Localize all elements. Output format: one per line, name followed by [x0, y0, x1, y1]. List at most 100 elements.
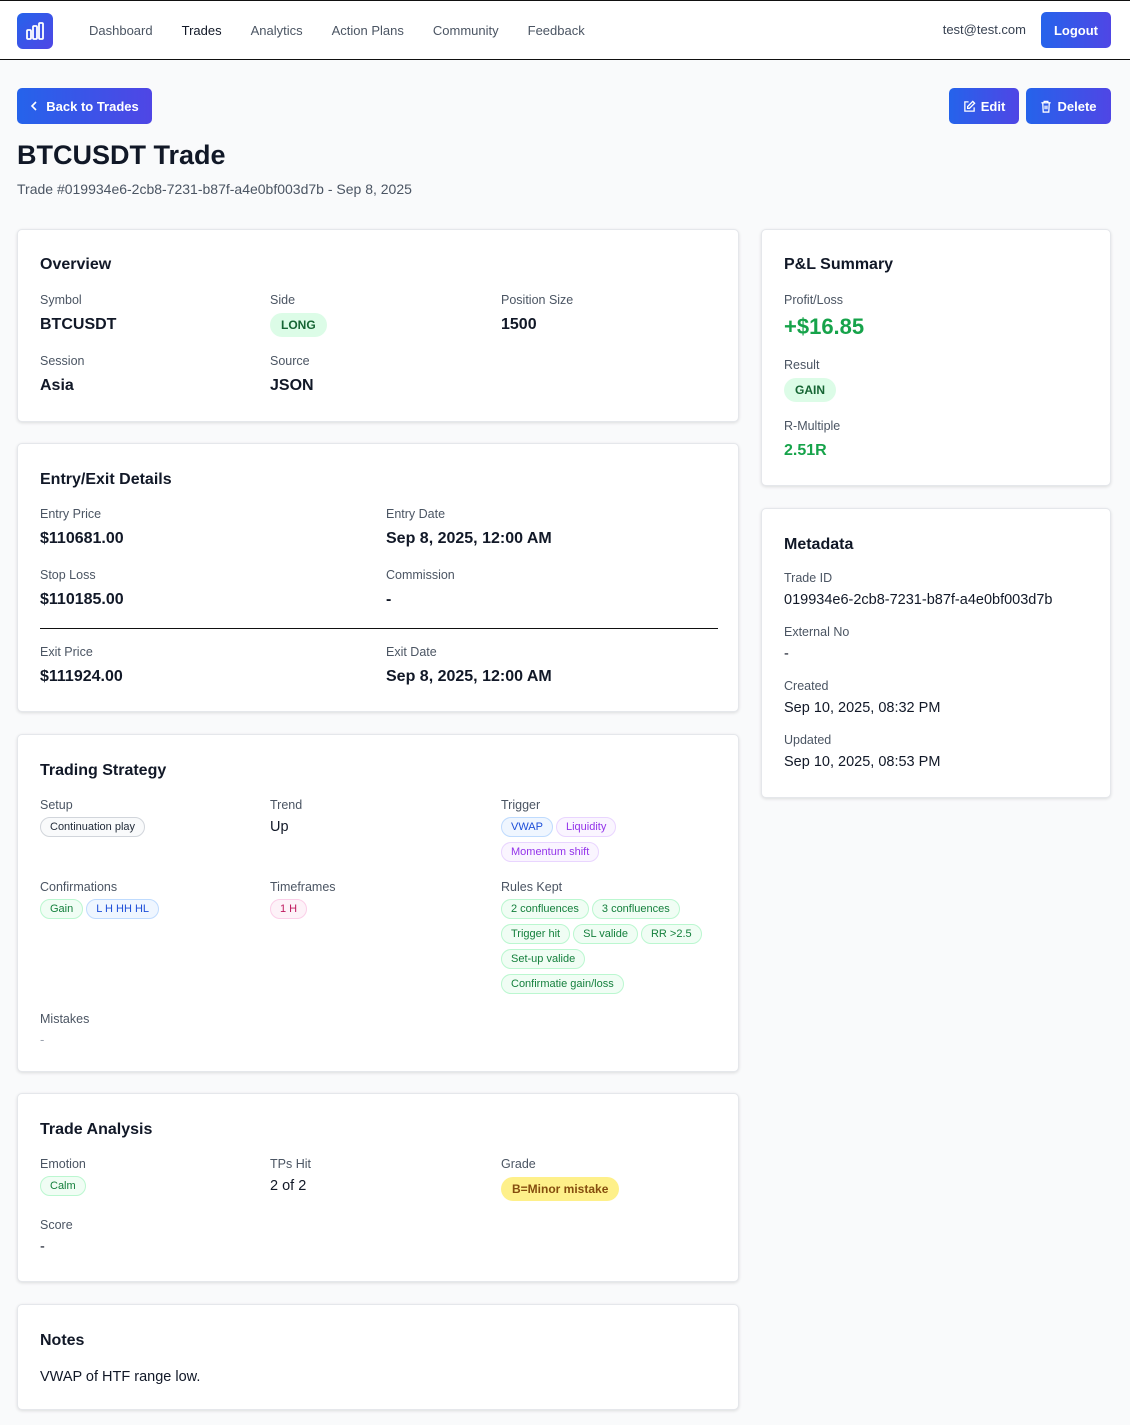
edit-label: Edit	[980, 98, 1006, 114]
entry-date-field: Entry Date Sep 8, 2025, 12:00 AM	[386, 507, 552, 548]
exit-price-value: $111924.00	[40, 668, 123, 685]
entry-date-value: Sep 8, 2025, 12:00 AM	[386, 530, 552, 547]
rule-tag: RR >2.5	[640, 924, 702, 944]
rule-tag: Trigger hit	[501, 924, 571, 944]
trigger-tag: Momentum shift	[501, 842, 600, 862]
logout-label: Logout	[1053, 22, 1099, 38]
profit-loss-field: Profit/Loss +$16.85	[784, 293, 864, 340]
nav-action-plans[interactable]: Action Plans	[332, 23, 404, 38]
setup-tag: Continuation play	[40, 817, 146, 837]
source-label: Source	[270, 354, 310, 368]
confirmations-label: Confirmations	[40, 880, 118, 894]
session-label: Session	[40, 354, 85, 368]
position-size-value: 1500	[501, 316, 537, 333]
updated-field: Updated Sep 10, 2025, 08:53 PM	[784, 733, 940, 770]
back-to-trades-button[interactable]: Back to Trades	[17, 88, 152, 124]
rule-tag: 2 confluences	[501, 899, 589, 919]
rule-tag: Set-up valide	[501, 949, 586, 969]
exit-date-field: Exit Date Sep 8, 2025, 12:00 AM	[386, 645, 552, 686]
symbol-value: BTCUSDT	[40, 316, 117, 333]
trade-id-value: 019934e6-2cb8-7231-b87f-a4e0bf003d7b	[784, 592, 1053, 608]
stop-loss-field: Stop Loss $110185.00	[40, 568, 124, 609]
trigger-label: Trigger	[501, 798, 541, 812]
external-no-value: -	[784, 646, 789, 662]
external-no-field: External No -	[784, 625, 849, 662]
trend-value: Up	[270, 819, 289, 835]
edit-button[interactable]: Edit	[949, 88, 1019, 124]
source-field: Source JSON	[270, 354, 314, 395]
updated-label: Updated	[784, 733, 832, 747]
user-email: test@test.com	[942, 22, 1026, 37]
nav-links: Dashboard Trades Analytics Action Plans …	[89, 1, 614, 59]
top-navbar: Dashboard Trades Analytics Action Plans …	[0, 0, 1130, 60]
edit-icon	[963, 99, 976, 112]
overview-card: Overview Symbol BTCUSDT Side LONG Positi…	[17, 229, 739, 422]
nav-dashboard[interactable]: Dashboard	[89, 23, 153, 38]
timeframes-label: Timeframes	[270, 880, 336, 894]
side-field: Side LONG	[270, 293, 327, 337]
mistakes-label: Mistakes	[40, 1012, 90, 1026]
exit-date-value: Sep 8, 2025, 12:00 AM	[386, 668, 552, 685]
trend-label: Trend	[270, 798, 303, 812]
delete-button[interactable]: Delete	[1026, 88, 1111, 124]
nav-analytics[interactable]: Analytics	[251, 23, 303, 38]
rule-tag: 3 confluences	[591, 899, 680, 919]
trash-icon	[1041, 100, 1052, 113]
logo-chart-icon[interactable]	[17, 13, 53, 49]
delete-label: Delete	[1057, 98, 1097, 114]
profit-loss-label: Profit/Loss	[784, 293, 844, 307]
created-field: Created Sep 10, 2025, 08:32 PM	[784, 679, 940, 716]
mistakes-value: -	[40, 1032, 45, 1047]
trade-subtitle: Trade #019934e6-2cb8-7231-b87f-a4e0bf003…	[17, 181, 412, 197]
score-label: Score	[40, 1218, 73, 1232]
setup-field: Setup Continuation play	[40, 798, 260, 842]
trade-id-field: Trade ID 019934e6-2cb8-7231-b87f-a4e0bf0…	[784, 571, 1052, 608]
session-value: Asia	[40, 377, 74, 394]
notes-title: Notes	[40, 1332, 85, 1349]
created-value: Sep 10, 2025, 08:32 PM	[784, 700, 941, 716]
trigger-tag: Liquidity	[556, 817, 617, 837]
nav-community[interactable]: Community	[433, 23, 499, 38]
nav-trades[interactable]: Trades	[182, 23, 222, 38]
notes-card: Notes VWAP of HTF range low.	[17, 1304, 739, 1410]
nav-feedback[interactable]: Feedback	[528, 23, 585, 38]
page-title: BTCUSDT Trade	[17, 140, 226, 170]
entry-price-value: $110681.00	[40, 530, 124, 547]
r-multiple-field: R-Multiple 2.51R	[784, 419, 840, 460]
logout-button[interactable]: Logout	[1041, 12, 1111, 48]
exit-price-label: Exit Price	[40, 645, 93, 659]
rule-tag: Confirmatie gain/loss	[501, 974, 624, 994]
external-no-label: External No	[784, 625, 850, 639]
score-value: -	[40, 1239, 45, 1255]
trigger-field: Trigger VWAP Liquidity Momentum shift	[501, 798, 721, 867]
confirmation-tag: L H HH HL	[86, 899, 160, 919]
r-multiple-value: 2.51R	[784, 442, 827, 459]
commission-label: Commission	[386, 568, 455, 582]
result-label: Result	[784, 358, 820, 372]
pnl-summary-card: P&L Summary Profit/Loss +$16.85 Result G…	[761, 229, 1111, 486]
trigger-tag: VWAP	[501, 817, 553, 837]
result-badge: GAIN	[784, 378, 836, 402]
entry-exit-card: Entry/Exit Details Entry Price $110681.0…	[17, 443, 739, 712]
side-badge: LONG	[270, 313, 327, 337]
rules-kept-field: Rules Kept 2 confluences 3 confluences Tr…	[501, 880, 721, 999]
rules-kept-label: Rules Kept	[501, 880, 563, 894]
entry-exit-title: Entry/Exit Details	[40, 471, 172, 488]
confirmations-field: Confirmations Gain L H HH HL	[40, 880, 260, 924]
side-label: Side	[270, 293, 296, 307]
trade-analysis-card: Trade Analysis Emotion Calm TPs Hit 2 of…	[17, 1093, 739, 1282]
notes-text: VWAP of HTF range low.	[40, 1369, 201, 1385]
source-value: JSON	[270, 377, 314, 394]
entry-price-field: Entry Price $110681.00	[40, 507, 124, 548]
setup-label: Setup	[40, 798, 73, 812]
profit-loss-value: +$16.85	[784, 314, 865, 339]
exit-date-label: Exit Date	[386, 645, 437, 659]
grade-badge: B=Minor mistake	[501, 1177, 620, 1201]
result-field: Result GAIN	[784, 358, 836, 402]
trading-strategy-card: Trading Strategy Setup Continuation play…	[17, 734, 739, 1072]
timeframes-field: Timeframes 1 H	[270, 880, 490, 924]
stop-loss-label: Stop Loss	[40, 568, 96, 582]
commission-value: -	[386, 591, 392, 608]
back-label: Back to Trades	[46, 98, 139, 114]
position-size-label: Position Size	[501, 293, 574, 307]
